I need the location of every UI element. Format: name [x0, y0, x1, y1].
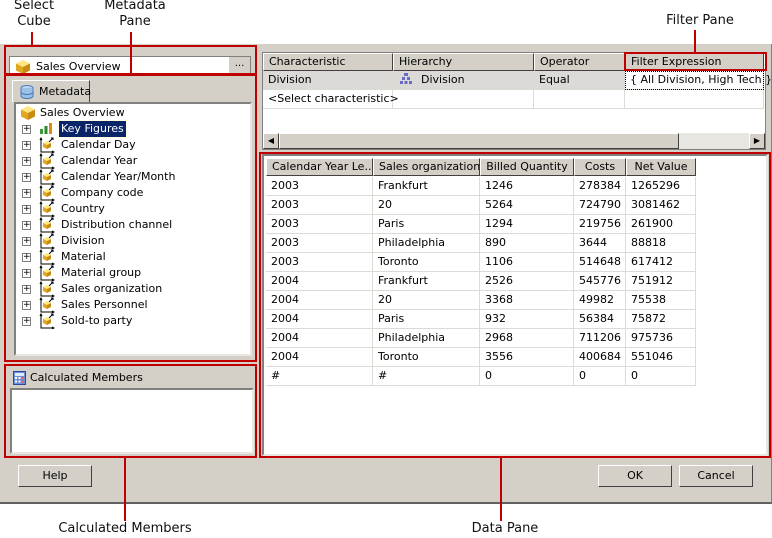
filter-cell[interactable]: [534, 90, 625, 109]
callout-line-filter-pane: [694, 30, 696, 53]
scroll-left-button[interactable]: ◀: [263, 133, 279, 149]
callout-data-pane: Data Pane: [471, 521, 539, 536]
calculated-members-highlight: [4, 364, 257, 458]
filter-expression-highlight: [624, 52, 767, 71]
filter-cell[interactable]: Equal: [534, 71, 625, 90]
filter-column-header[interactable]: Operator: [534, 53, 625, 71]
callout-filter-pane: Filter Pane: [666, 13, 734, 28]
callout-line-metadata-pane: [130, 32, 132, 76]
callout-calculated-members: Calculated Members: [58, 521, 192, 536]
data-pane-highlight: [259, 152, 771, 458]
hierarchy-icon: [399, 73, 413, 86]
callout-line-data-pane: [500, 457, 502, 521]
help-button[interactable]: Help: [18, 465, 92, 487]
callout-line-select-cube: [31, 32, 33, 46]
ok-button[interactable]: OK: [598, 465, 672, 487]
filter-cell[interactable]: [393, 90, 534, 109]
filter-cell-text: Division: [421, 73, 465, 86]
filter-cell[interactable]: Division: [393, 71, 534, 90]
callout-select-cube: Select Cube: [13, 0, 55, 29]
cancel-button[interactable]: Cancel: [679, 465, 753, 487]
filter-cell[interactable]: <Select characteristic>: [263, 90, 399, 109]
callout-metadata-pane: Metadata Pane: [104, 0, 166, 29]
metadata-pane-highlight: [4, 74, 257, 362]
scroll-thumb[interactable]: [279, 133, 679, 149]
scroll-right-button[interactable]: ▶: [749, 133, 765, 149]
filter-cell[interactable]: Division: [263, 71, 393, 90]
callout-line-calculated-members: [124, 457, 126, 521]
filter-cell[interactable]: { All Division, High Tech }: [625, 71, 772, 90]
filter-column-header[interactable]: Hierarchy: [393, 53, 534, 71]
filter-horizontal-scrollbar[interactable]: ◀ ▶: [263, 133, 765, 149]
filter-cell[interactable]: [625, 90, 764, 109]
filter-column-header[interactable]: Characteristic: [263, 53, 393, 71]
